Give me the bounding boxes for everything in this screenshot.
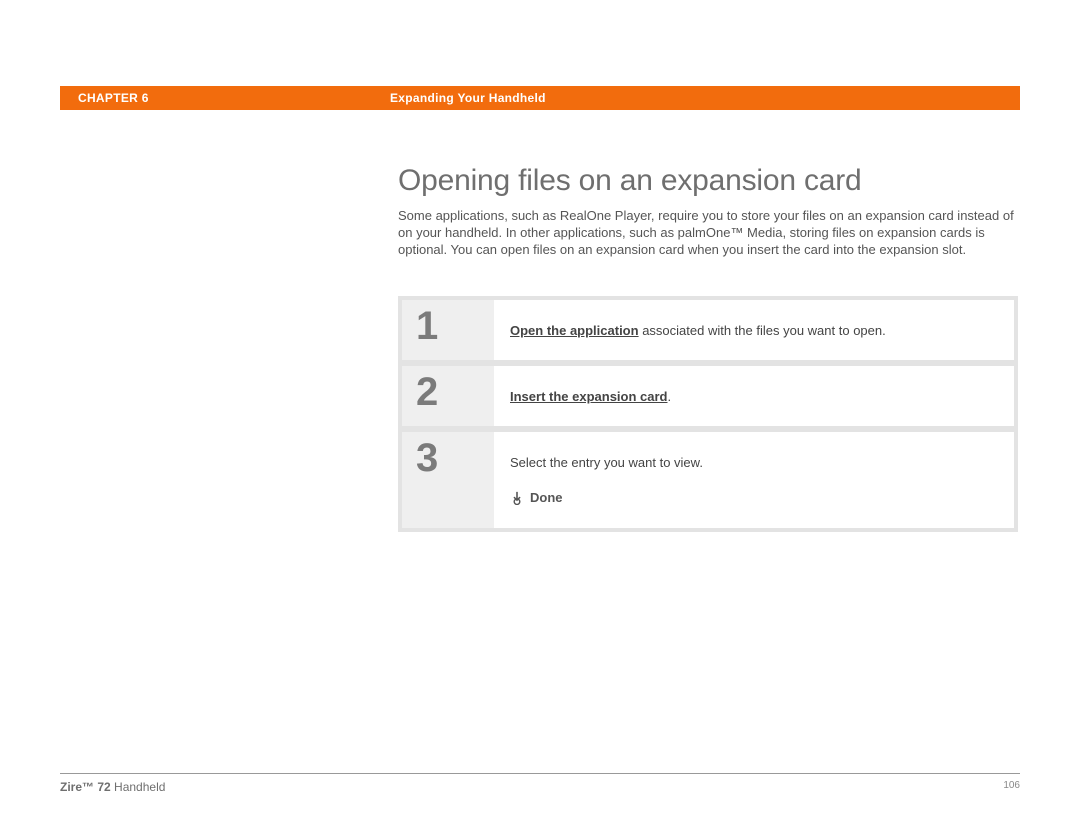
step-row: 3 Select the entry you want to view. Don… [402,432,1014,528]
page-title: Opening files on an expansion card [398,164,862,198]
step-body: Open the application associated with the… [494,300,1014,360]
step-body: Insert the expansion card. [494,366,1014,426]
chapter-label: CHAPTER 6 [60,91,390,105]
product-name: Zire™ 72 Handheld [60,780,165,794]
step-body: Select the entry you want to view. Done [494,432,1014,528]
step-row: 2 Insert the expansion card. [402,366,1014,432]
steps-container: 1 Open the application associated with t… [398,296,1018,532]
step-link[interactable]: Open the application [510,323,639,338]
page-number: 106 [1003,780,1020,794]
page-footer: Zire™ 72 Handheld 106 [60,773,1020,794]
step-dot: . [668,389,672,404]
intro-paragraph: Some applications, such as RealOne Playe… [398,208,1016,259]
step-number: 2 [402,366,494,426]
chapter-header-bar: CHAPTER 6 Expanding Your Handheld [60,86,1020,110]
step-text: Insert the expansion card. [510,389,998,404]
done-label: Done [530,490,563,505]
done-row: Done [510,490,998,505]
product-rest: Handheld [111,780,166,794]
step-row: 1 Open the application associated with t… [402,300,1014,366]
step-text: Select the entry you want to view. [510,455,998,470]
step-rest-text: associated with the files you want to op… [639,323,886,338]
step-number: 1 [402,300,494,360]
step-text: Open the application associated with the… [510,323,998,338]
step-number: 3 [402,432,494,528]
product-bold: Zire™ 72 [60,780,111,794]
arrow-down-circle-icon [510,491,524,505]
step-link[interactable]: Insert the expansion card [510,389,668,404]
section-label: Expanding Your Handheld [390,91,546,105]
